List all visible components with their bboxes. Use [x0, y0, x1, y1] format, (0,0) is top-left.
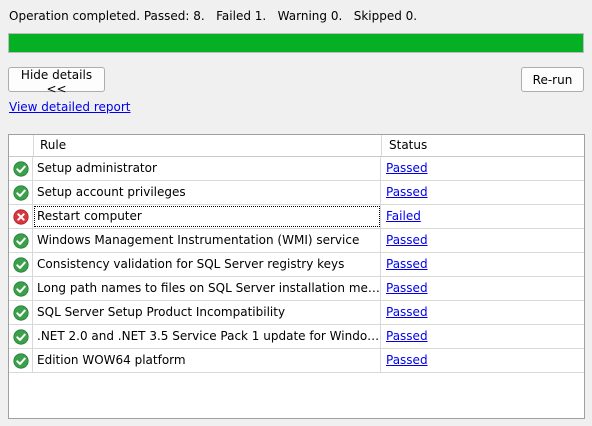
status-cell: Passed	[381, 157, 584, 180]
status-cell: Passed	[381, 325, 584, 348]
status-link[interactable]: Failed	[386, 209, 421, 223]
header-icon-column	[9, 135, 34, 156]
table-row[interactable]: SQL Server Setup Product Incompatibility…	[9, 301, 584, 325]
hide-details-button[interactable]: Hide details <<	[8, 67, 105, 96]
status-link[interactable]: Passed	[386, 185, 428, 199]
table-row[interactable]: .NET 2.0 and .NET 3.5 Service Pack 1 upd…	[9, 325, 584, 349]
table-row[interactable]: Long path names to files on SQL Server i…	[9, 277, 584, 301]
rule-name: .NET 2.0 and .NET 3.5 Service Pack 1 upd…	[33, 325, 381, 348]
status-cell: Passed	[381, 349, 584, 372]
status-link[interactable]: Passed	[386, 305, 428, 319]
passed-icon	[9, 301, 33, 324]
passed-icon	[9, 349, 33, 372]
passed-icon	[9, 253, 33, 276]
table-row[interactable]: Consistency validation for SQL Server re…	[9, 253, 584, 277]
passed-icon	[9, 229, 33, 252]
view-detailed-report-link[interactable]: View detailed report	[9, 100, 130, 114]
passed-icon	[9, 157, 33, 180]
status-link[interactable]: Passed	[386, 329, 428, 343]
passed-icon	[9, 277, 33, 300]
passed-icon	[9, 325, 33, 348]
progress-fill	[9, 34, 583, 52]
table-row[interactable]: Setup administrator Passed	[9, 157, 584, 181]
status-cell: Passed	[381, 301, 584, 324]
status-link[interactable]: Passed	[386, 353, 428, 367]
rerun-button[interactable]: Re-run	[521, 67, 584, 92]
status-cell: Passed	[381, 181, 584, 204]
operation-summary: Operation completed. Passed: 8. Failed 1…	[9, 9, 418, 23]
rule-name: Setup account privileges	[33, 181, 381, 204]
status-cell: Passed	[381, 253, 584, 276]
status-link[interactable]: Passed	[386, 161, 428, 175]
grid-body: Setup administrator Passed Setup account p…	[9, 157, 584, 373]
status-cell: Failed	[381, 205, 584, 228]
table-row[interactable]: Edition WOW64 platform Passed	[9, 349, 584, 373]
failed-icon	[9, 205, 33, 228]
status-link[interactable]: Passed	[386, 257, 428, 271]
status-cell: Passed	[381, 277, 584, 300]
rule-name: Restart computer	[33, 205, 381, 228]
rule-name: Long path names to files on SQL Server i…	[33, 277, 381, 300]
rules-grid: Rule Status Setup administrator Passed Set…	[8, 134, 585, 419]
rule-name: SQL Server Setup Product Incompatibility	[33, 301, 381, 324]
status-link[interactable]: Passed	[386, 281, 428, 295]
grid-header: Rule Status	[9, 135, 584, 157]
rule-name: Consistency validation for SQL Server re…	[33, 253, 381, 276]
column-header-rule[interactable]: Rule	[34, 135, 382, 156]
column-header-status[interactable]: Status	[382, 135, 584, 156]
status-link[interactable]: Passed	[386, 233, 428, 247]
rule-name: Setup administrator	[33, 157, 381, 180]
status-cell: Passed	[381, 229, 584, 252]
progress-bar	[8, 33, 584, 53]
table-row[interactable]: Restart computer Failed	[9, 205, 584, 229]
rule-name: Windows Management Instrumentation (WMI)…	[33, 229, 381, 252]
table-row[interactable]: Setup account privileges Passed	[9, 181, 584, 205]
rule-name: Edition WOW64 platform	[33, 349, 381, 372]
table-row[interactable]: Windows Management Instrumentation (WMI)…	[9, 229, 584, 253]
passed-icon	[9, 181, 33, 204]
